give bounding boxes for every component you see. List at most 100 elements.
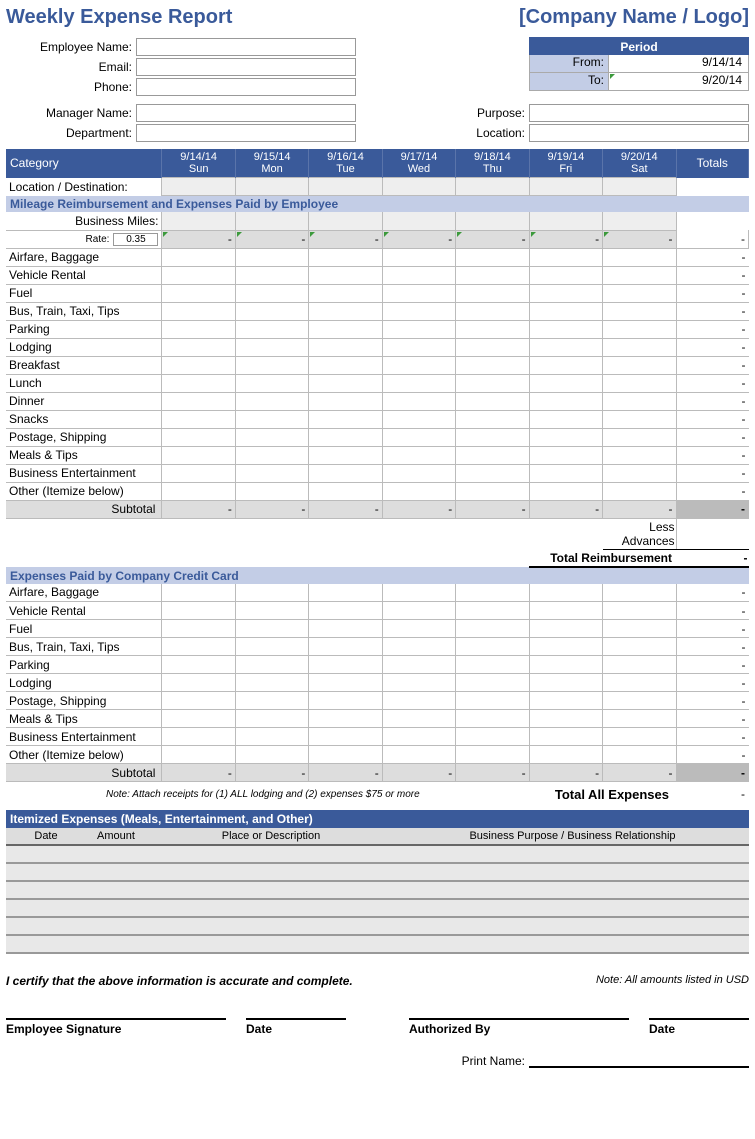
expense-cell[interactable] <box>309 248 382 266</box>
expense-cell[interactable] <box>603 482 676 500</box>
expense-cell[interactable] <box>162 338 235 356</box>
expense-cell[interactable] <box>235 692 308 710</box>
expense-cell[interactable] <box>456 374 529 392</box>
expense-cell[interactable] <box>162 392 235 410</box>
expense-cell[interactable] <box>603 284 676 302</box>
expense-cell[interactable] <box>382 710 455 728</box>
expense-cell[interactable] <box>456 674 529 692</box>
expense-cell[interactable] <box>162 482 235 500</box>
expense-cell[interactable] <box>603 248 676 266</box>
department-input[interactable] <box>136 124 356 142</box>
expense-cell[interactable] <box>235 482 308 500</box>
expense-cell[interactable] <box>456 656 529 674</box>
expense-cell[interactable] <box>382 410 455 428</box>
expense-cell[interactable] <box>235 428 308 446</box>
expense-cell[interactable] <box>309 338 382 356</box>
expense-cell[interactable] <box>382 446 455 464</box>
expense-cell[interactable] <box>162 356 235 374</box>
expense-cell[interactable] <box>235 302 308 320</box>
expense-cell[interactable] <box>529 446 602 464</box>
expense-cell[interactable] <box>162 746 235 764</box>
expense-cell[interactable] <box>529 674 602 692</box>
email-input[interactable] <box>136 58 356 76</box>
expense-cell[interactable] <box>382 656 455 674</box>
expense-cell[interactable] <box>456 392 529 410</box>
expense-cell[interactable] <box>382 320 455 338</box>
expense-cell[interactable] <box>382 392 455 410</box>
expense-cell[interactable] <box>456 266 529 284</box>
expense-cell[interactable] <box>456 428 529 446</box>
expense-cell[interactable] <box>603 728 676 746</box>
expense-cell[interactable] <box>309 374 382 392</box>
expense-cell[interactable] <box>529 302 602 320</box>
expense-cell[interactable] <box>309 392 382 410</box>
expense-cell[interactable] <box>382 338 455 356</box>
expense-cell[interactable] <box>235 410 308 428</box>
expense-cell[interactable] <box>603 428 676 446</box>
expense-cell[interactable] <box>309 602 382 620</box>
expense-cell[interactable] <box>382 266 455 284</box>
expense-cell[interactable] <box>235 392 308 410</box>
expense-cell[interactable] <box>382 692 455 710</box>
expense-cell[interactable] <box>603 356 676 374</box>
expense-cell[interactable] <box>162 602 235 620</box>
employee-name-input[interactable] <box>136 38 356 56</box>
expense-cell[interactable] <box>162 728 235 746</box>
expense-cell[interactable] <box>529 692 602 710</box>
expense-cell[interactable] <box>603 392 676 410</box>
itemized-row[interactable] <box>6 845 749 863</box>
print-name-line[interactable] <box>529 1054 749 1068</box>
expense-cell[interactable] <box>382 638 455 656</box>
expense-cell[interactable] <box>382 428 455 446</box>
expense-cell[interactable] <box>456 638 529 656</box>
expense-cell[interactable] <box>529 656 602 674</box>
expense-cell[interactable] <box>529 392 602 410</box>
expense-cell[interactable] <box>603 692 676 710</box>
expense-cell[interactable] <box>529 410 602 428</box>
expense-cell[interactable] <box>162 638 235 656</box>
expense-cell[interactable] <box>529 356 602 374</box>
expense-cell[interactable] <box>603 410 676 428</box>
expense-cell[interactable] <box>529 482 602 500</box>
expense-cell[interactable] <box>162 302 235 320</box>
expense-cell[interactable] <box>309 446 382 464</box>
expense-cell[interactable] <box>603 638 676 656</box>
itemized-row[interactable] <box>6 935 749 953</box>
expense-cell[interactable] <box>382 602 455 620</box>
expense-cell[interactable] <box>235 728 308 746</box>
expense-cell[interactable] <box>235 338 308 356</box>
expense-cell[interactable] <box>603 464 676 482</box>
expense-cell[interactable] <box>456 728 529 746</box>
expense-cell[interactable] <box>235 248 308 266</box>
expense-cell[interactable] <box>162 248 235 266</box>
expense-cell[interactable] <box>382 584 455 602</box>
expense-cell[interactable] <box>529 602 602 620</box>
rate-value[interactable]: 0.35 <box>113 233 158 246</box>
expense-cell[interactable] <box>529 620 602 638</box>
expense-cell[interactable] <box>529 320 602 338</box>
expense-cell[interactable] <box>309 638 382 656</box>
expense-cell[interactable] <box>456 356 529 374</box>
expense-cell[interactable] <box>382 728 455 746</box>
expense-cell[interactable] <box>162 656 235 674</box>
expense-cell[interactable] <box>529 338 602 356</box>
expense-cell[interactable] <box>309 284 382 302</box>
expense-cell[interactable] <box>162 284 235 302</box>
expense-cell[interactable] <box>529 464 602 482</box>
expense-cell[interactable] <box>162 266 235 284</box>
expense-cell[interactable] <box>235 374 308 392</box>
expense-cell[interactable] <box>309 320 382 338</box>
expense-cell[interactable] <box>309 728 382 746</box>
expense-cell[interactable] <box>309 482 382 500</box>
expense-cell[interactable] <box>603 446 676 464</box>
expense-cell[interactable] <box>456 284 529 302</box>
expense-cell[interactable] <box>162 692 235 710</box>
expense-cell[interactable] <box>235 638 308 656</box>
phone-input[interactable] <box>136 78 356 96</box>
expense-cell[interactable] <box>529 248 602 266</box>
expense-cell[interactable] <box>309 656 382 674</box>
expense-cell[interactable] <box>456 710 529 728</box>
expense-cell[interactable] <box>529 728 602 746</box>
expense-cell[interactable] <box>162 374 235 392</box>
manager-name-input[interactable] <box>136 104 356 122</box>
